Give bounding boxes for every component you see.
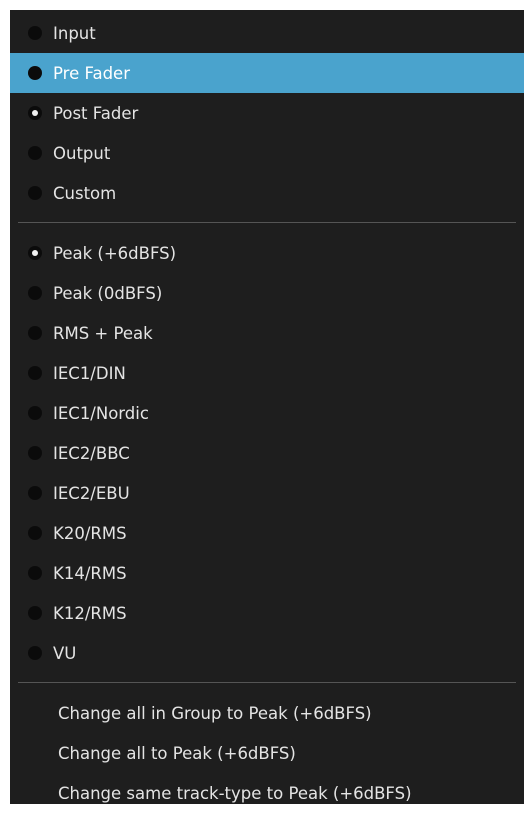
menu-item-output[interactable]: Output (10, 133, 524, 173)
menu-item-label: Change all in Group to Peak (+6dBFS) (58, 703, 372, 723)
menu-item-peak-0dbfs[interactable]: Peak (0dBFS) (10, 273, 524, 313)
radio-selected-icon (28, 106, 42, 120)
menu-separator (10, 213, 524, 233)
menu-item-label: IEC1/Nordic (53, 403, 149, 423)
menu-item-input[interactable]: Input (10, 13, 524, 53)
menu-item-iec1-nordic[interactable]: IEC1/Nordic (10, 393, 524, 433)
menu-item-label: Output (53, 143, 111, 163)
menu-item-label: Change same track-type to Peak (+6dBFS) (58, 783, 412, 803)
menu-item-label: K14/RMS (53, 563, 127, 583)
menu-item-label: IEC2/EBU (53, 483, 130, 503)
menu-item-pre-fader[interactable]: Pre Fader (10, 53, 524, 93)
radio-icon (28, 326, 42, 340)
radio-icon (28, 606, 42, 620)
menu-item-label: K20/RMS (53, 523, 127, 543)
radio-icon (28, 486, 42, 500)
menu-item-label: IEC1/DIN (53, 363, 126, 383)
menu-separator (10, 673, 524, 693)
menu-item-label: Pre Fader (53, 63, 130, 83)
radio-icon (28, 446, 42, 460)
radio-dot (32, 250, 38, 256)
radio-icon (28, 366, 42, 380)
menu-item-label: VU (53, 643, 77, 663)
menu-item-post-fader[interactable]: Post Fader (10, 93, 524, 133)
menu-item-change-same-track-type[interactable]: Change same track-type to Peak (+6dBFS) (10, 773, 524, 813)
radio-icon (28, 146, 42, 160)
menu-item-change-all-in-group[interactable]: Change all in Group to Peak (+6dBFS) (10, 693, 524, 733)
menu-item-iec2-bbc[interactable]: IEC2/BBC (10, 433, 524, 473)
menu-item-label: RMS + Peak (53, 323, 153, 343)
radio-icon (28, 406, 42, 420)
menu-item-label: Peak (+6dBFS) (53, 243, 177, 263)
radio-selected-icon (28, 246, 42, 260)
menu-item-label: Input (53, 23, 96, 43)
radio-icon (28, 26, 42, 40)
menu-item-custom[interactable]: Custom (10, 173, 524, 213)
radio-icon (28, 526, 42, 540)
menu-item-change-all[interactable]: Change all to Peak (+6dBFS) (10, 733, 524, 773)
menu-item-label: K12/RMS (53, 603, 127, 623)
menu-item-k20-rms[interactable]: K20/RMS (10, 513, 524, 553)
radio-icon (28, 646, 42, 660)
menu-item-peak-plus6dbfs[interactable]: Peak (+6dBFS) (10, 233, 524, 273)
menu-item-k12-rms[interactable]: K12/RMS (10, 593, 524, 633)
menu-item-iec1-din[interactable]: IEC1/DIN (10, 353, 524, 393)
menu-item-k14-rms[interactable]: K14/RMS (10, 553, 524, 593)
menu-item-label: Change all to Peak (+6dBFS) (58, 743, 296, 763)
menu-item-iec2-ebu[interactable]: IEC2/EBU (10, 473, 524, 513)
meter-point-context-menu: Input Pre Fader Post Fader Output Custom… (10, 10, 524, 804)
menu-item-label: Custom (53, 183, 117, 203)
menu-item-rms-peak[interactable]: RMS + Peak (10, 313, 524, 353)
radio-icon (28, 286, 42, 300)
radio-icon (28, 66, 42, 80)
menu-item-label: Peak (0dBFS) (53, 283, 163, 303)
menu-item-label: IEC2/BBC (53, 443, 130, 463)
radio-icon (28, 186, 42, 200)
radio-dot (32, 110, 38, 116)
menu-item-vu[interactable]: VU (10, 633, 524, 673)
menu-item-label: Post Fader (53, 103, 139, 123)
radio-icon (28, 566, 42, 580)
